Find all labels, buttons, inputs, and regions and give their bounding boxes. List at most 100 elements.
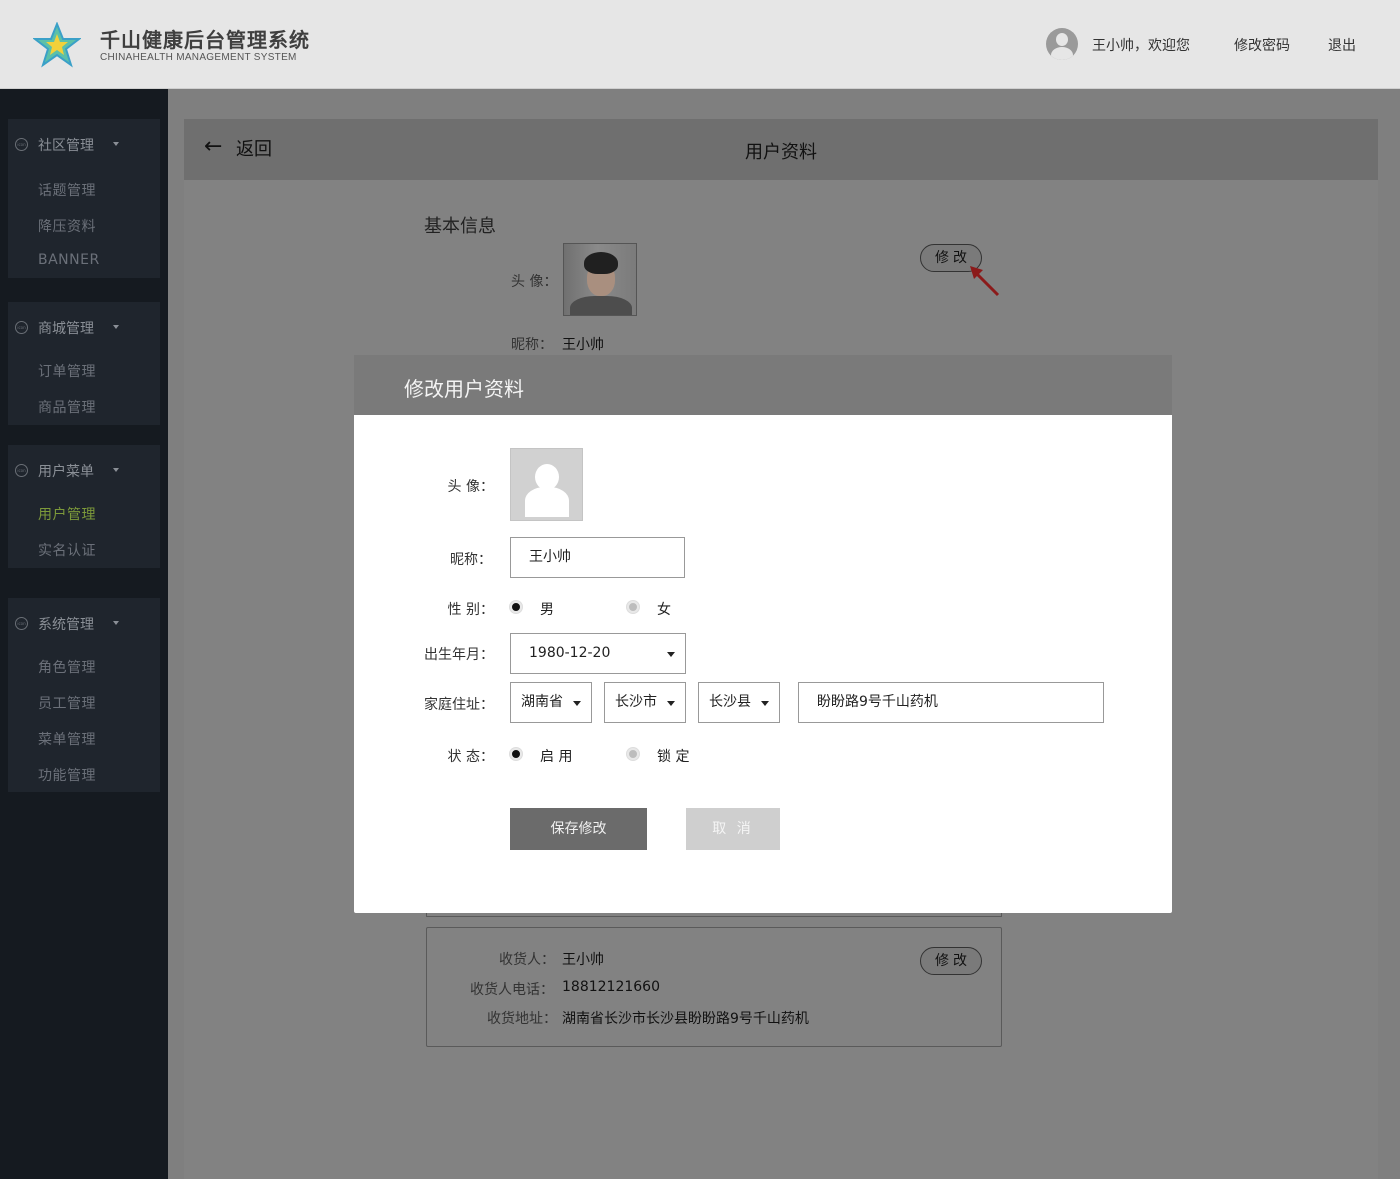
sidebar-item-label: 菜单管理 — [38, 732, 96, 748]
modal-header: 修改用户资料 — [354, 355, 1172, 415]
sidebar-item-roles[interactable]: 角色管理 — [8, 648, 160, 684]
edit-shipping-button[interactable]: 修改 — [920, 947, 982, 975]
city-select[interactable]: 长沙市 — [604, 682, 686, 723]
sidebar-item-functions[interactable]: 功能管理 — [8, 756, 160, 792]
caret-down-icon — [113, 468, 119, 472]
sidebar-item-products[interactable]: 商品管理 — [8, 388, 160, 424]
menu-head-label: 社区管理 — [38, 138, 94, 154]
province-value: 湖南省 — [521, 694, 563, 710]
birth-label: 出生年月： — [424, 647, 494, 663]
sidebar-item-label: 实名认证 — [38, 543, 96, 559]
caret-down-icon — [761, 701, 769, 706]
edit-profile-modal: 修改用户资料 头 像： 昵称： 王小帅 性 别： 男 女 出生年月： 1980-… — [354, 355, 1172, 913]
nickname-input[interactable]: 王小帅 — [510, 537, 685, 578]
sidebar-item-label: 订单管理 — [38, 364, 96, 380]
receiver-label: 收货人： — [499, 952, 555, 968]
icon-circle-icon: icon — [15, 138, 28, 151]
pointer-arrow-icon — [970, 266, 1000, 297]
sidebar-item-label: 降压资料 — [38, 219, 96, 235]
gender-male-label: 男 — [540, 602, 554, 618]
province-select[interactable]: 湖南省 — [510, 682, 592, 723]
change-password-link[interactable]: 修改密码 — [1234, 35, 1290, 55]
address-label: 收货地址： — [487, 1011, 557, 1027]
caret-down-icon — [573, 701, 581, 706]
top-header: 千山健康后台管理系统 CHINAHEALTH MANAGEMENT SYSTEM… — [0, 0, 1400, 89]
sidebar-item-label: 角色管理 — [38, 660, 96, 676]
sidebar-item-label: 员工管理 — [38, 696, 96, 712]
sidebar-item-label: BANNER — [38, 252, 100, 268]
sidebar-item-banner[interactable]: BANNER — [8, 243, 160, 279]
sidebar: icon 社区管理 话题管理 降压资料 BANNER icon 商城管理 订单管… — [0, 89, 168, 1179]
sidebar-item-user-management[interactable]: 用户管理 — [8, 495, 160, 531]
sidebar-item-topics[interactable]: 话题管理 — [8, 171, 160, 207]
phone-value: 18812121660 — [562, 979, 660, 995]
menu-group-users: icon 用户菜单 用户管理 实名认证 — [8, 445, 160, 568]
caret-down-icon — [113, 142, 119, 146]
menu-group-community: icon 社区管理 话题管理 降压资料 BANNER — [8, 119, 160, 278]
icon-circle-icon: icon — [15, 464, 28, 477]
sidebar-item-verification[interactable]: 实名认证 — [8, 531, 160, 567]
address-field-label: 家庭住址： — [424, 697, 494, 713]
icon-circle-icon: icon — [15, 321, 28, 334]
menu-head-users[interactable]: icon 用户菜单 — [8, 445, 160, 495]
status-locked-label: 锁 定 — [657, 749, 690, 765]
section-title-basic: 基本信息 — [424, 216, 496, 237]
app-subtitle: CHINAHEALTH MANAGEMENT SYSTEM — [100, 52, 297, 63]
user-photo — [563, 243, 637, 316]
sidebar-item-materials[interactable]: 降压资料 — [8, 207, 160, 243]
receiver-value: 王小帅 — [562, 952, 604, 968]
menu-head-community[interactable]: icon 社区管理 — [8, 119, 160, 169]
menu-head-label: 系统管理 — [38, 617, 94, 633]
app-title: 千山健康后台管理系统 — [100, 28, 310, 52]
birth-date-select[interactable]: 1980-12-20 — [510, 633, 686, 674]
status-label: 状 态： — [447, 749, 494, 765]
county-value: 长沙县 — [709, 694, 751, 710]
menu-head-label: 商城管理 — [38, 321, 94, 337]
sidebar-item-label: 话题管理 — [38, 183, 96, 199]
panel-header: ← 返回 用户资料 — [184, 119, 1378, 180]
menu-head-system[interactable]: icon 系统管理 — [8, 598, 160, 648]
logout-link[interactable]: 退出 — [1328, 35, 1356, 55]
caret-down-icon — [667, 652, 675, 657]
modal-title: 修改用户资料 — [404, 377, 524, 401]
caret-down-icon — [113, 621, 119, 625]
caret-down-icon — [667, 701, 675, 706]
gender-female-radio[interactable] — [627, 601, 639, 613]
sidebar-item-staff[interactable]: 员工管理 — [8, 684, 160, 720]
avatar-field-label: 头 像： — [447, 479, 494, 495]
city-value: 长沙市 — [615, 694, 657, 710]
gender-female-label: 女 — [657, 602, 671, 618]
nickname-value: 王小帅 — [562, 337, 604, 353]
status-locked-radio[interactable] — [627, 748, 639, 760]
avatar-upload-icon[interactable] — [510, 448, 583, 521]
status-enabled-radio[interactable] — [510, 748, 522, 760]
star-logo-icon — [33, 22, 81, 68]
street-address-input[interactable]: 盼盼路9号千山药机 — [798, 682, 1104, 723]
menu-head-mall[interactable]: icon 商城管理 — [8, 302, 160, 352]
sidebar-item-label: 用户管理 — [38, 507, 96, 523]
phone-label: 收货人电话： — [470, 982, 554, 998]
nickname-label: 昵称： — [511, 337, 553, 353]
cancel-button[interactable]: 取 消 — [686, 808, 780, 850]
sidebar-item-menus[interactable]: 菜单管理 — [8, 720, 160, 756]
sidebar-item-label: 功能管理 — [38, 768, 96, 784]
status-enabled-label: 启 用 — [540, 749, 573, 765]
sidebar-item-orders[interactable]: 订单管理 — [8, 352, 160, 388]
nickname-field-label: 昵称： — [450, 552, 492, 568]
menu-group-system: icon 系统管理 角色管理 员工管理 菜单管理 功能管理 — [8, 598, 160, 792]
page-title: 用户资料 — [745, 142, 817, 163]
save-button[interactable]: 保存修改 — [510, 808, 647, 850]
menu-group-mall: icon 商城管理 订单管理 商品管理 — [8, 302, 160, 425]
county-select[interactable]: 长沙县 — [698, 682, 780, 723]
birth-date-value: 1980-12-20 — [529, 645, 611, 661]
sidebar-item-label: 商品管理 — [38, 400, 96, 416]
user-avatar-icon[interactable] — [1046, 28, 1078, 60]
gender-male-radio[interactable] — [510, 601, 522, 613]
menu-head-label: 用户菜单 — [38, 464, 94, 480]
icon-circle-icon: icon — [15, 617, 28, 630]
avatar-label: 头 像： — [511, 274, 558, 290]
welcome-text: 王小帅，欢迎您 — [1092, 38, 1190, 54]
caret-down-icon — [113, 325, 119, 329]
address-value: 湖南省长沙市长沙县盼盼路9号千山药机 — [562, 1011, 809, 1027]
gender-label: 性 别： — [447, 602, 494, 618]
